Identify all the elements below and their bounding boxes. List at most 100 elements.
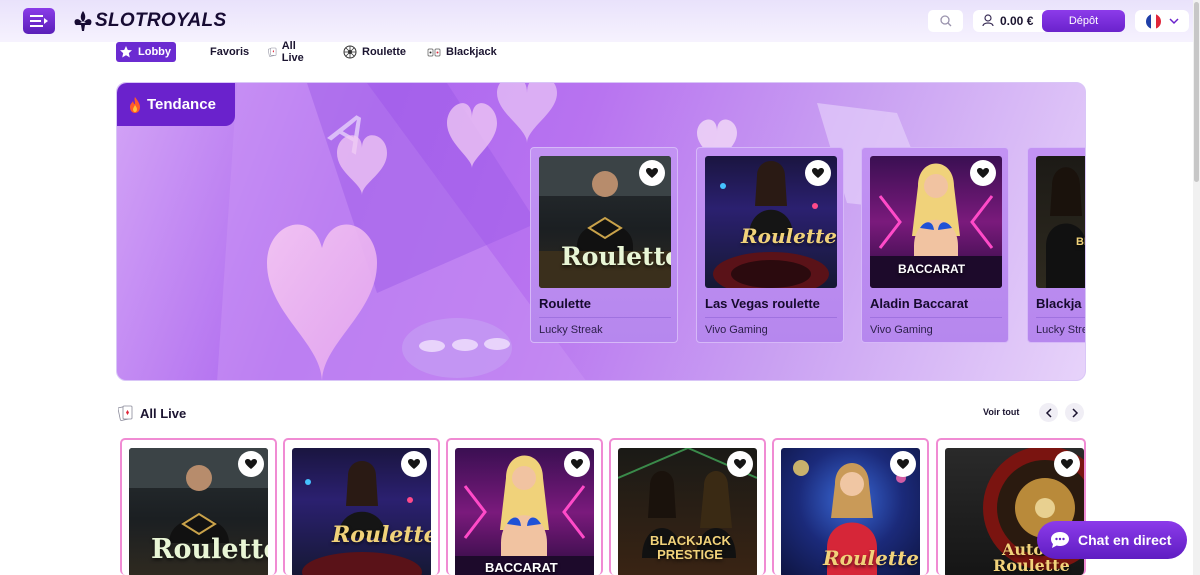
balance-amount: 0.00 € (1000, 14, 1034, 28)
game-provider: Lucky Stre (1036, 324, 1086, 336)
heart-icon (408, 459, 420, 469)
live-game-card[interactable]: BLACKJACK PRESTIGE (609, 438, 766, 575)
game-thumbnail-caption: Roulette (741, 224, 837, 248)
heart-icon (977, 168, 989, 178)
menu-toggle-button[interactable] (23, 8, 55, 34)
see-all-link[interactable]: Voir tout (983, 407, 1019, 417)
tab-blackjack[interactable]: Blackjack (427, 42, 497, 62)
favorite-button[interactable] (970, 160, 996, 186)
heart-icon (571, 459, 583, 469)
logo-text: SLOTROYALS (95, 10, 227, 31)
search-button[interactable] (928, 10, 963, 32)
chevron-right-icon (1071, 407, 1078, 418)
chevron-down-icon (1168, 17, 1179, 24)
trending-banner: A Tendance Roulette Roulette Lucky Strea… (116, 82, 1086, 381)
roulette-wheel-icon (343, 45, 357, 59)
card-divider (539, 317, 671, 318)
chevron-left-icon (1045, 407, 1052, 418)
star-icon (120, 46, 132, 58)
favorite-button[interactable] (727, 451, 753, 477)
previous-button[interactable] (1039, 403, 1058, 422)
trending-game-card[interactable]: Roulette Las Vegas roulette Vivo Gaming (696, 147, 844, 343)
game-thumbnail-caption: Roulette (561, 242, 671, 271)
dealer-illustration (1046, 167, 1085, 288)
tab-lobby[interactable]: Lobby (116, 42, 176, 62)
game-thumbnail-caption: BACCARAT (485, 560, 558, 575)
game-thumbnail[interactable]: BACCARAT (870, 156, 1002, 288)
game-thumbnail-caption: BACCARAT (898, 262, 966, 276)
favorite-button[interactable] (238, 451, 264, 477)
page-scrollbar[interactable] (1193, 0, 1200, 575)
search-icon (939, 15, 951, 27)
favorite-button[interactable] (564, 451, 590, 477)
hamburger-menu-icon (30, 15, 48, 27)
trending-game-card[interactable]: BACCARAT Aladin Baccarat Vivo Gaming (861, 147, 1009, 343)
favorite-button[interactable] (1054, 451, 1080, 477)
tab-label: Lobby (138, 46, 171, 58)
live-game-card[interactable]: Roulette (772, 438, 929, 575)
game-title[interactable]: Roulette (539, 296, 591, 311)
chat-bubble-icon (1051, 532, 1069, 548)
favorite-button[interactable] (401, 451, 427, 477)
game-thumbnail[interactable]: Roulette (129, 448, 268, 575)
game-thumbnail[interactable]: Roulette (781, 448, 920, 575)
trending-game-card[interactable]: Roulette Roulette Lucky Streak (530, 147, 678, 343)
user-icon (982, 14, 994, 27)
blackjack-icon (427, 48, 441, 57)
game-provider: Vivo Gaming (870, 324, 933, 336)
game-thumbnail-caption: Roulette (151, 534, 268, 565)
scrollbar-thumb[interactable] (1194, 2, 1199, 182)
trending-badge: Tendance (117, 83, 235, 126)
next-button[interactable] (1065, 403, 1084, 422)
game-thumbnail[interactable]: Roulette (292, 448, 431, 575)
tab-label: Favoris (210, 46, 250, 58)
tab-roulette[interactable]: Roulette (343, 42, 406, 62)
favorite-button[interactable] (805, 160, 831, 186)
france-flag-icon (1145, 13, 1161, 29)
game-thumbnail[interactable]: BLA PR (1036, 156, 1085, 288)
tab-label: Roulette (362, 46, 406, 58)
trending-label: Tendance (147, 96, 216, 113)
language-selector[interactable] (1135, 10, 1189, 32)
tab-label: Blackjack (446, 46, 497, 58)
card-divider (870, 317, 1002, 318)
heart-icon (734, 459, 746, 469)
heart-icon (245, 459, 257, 469)
live-game-card[interactable]: BACCARAT (446, 438, 603, 575)
card-divider (705, 317, 837, 318)
heart-icon (1061, 459, 1073, 469)
game-thumbnail-caption: Roulette (332, 522, 431, 548)
live-chat-button[interactable]: Chat en direct (1037, 521, 1187, 559)
heart-icon (812, 168, 824, 178)
game-provider: Lucky Streak (539, 324, 603, 336)
game-thumbnail[interactable]: BACCARAT (455, 448, 594, 575)
game-thumbnail[interactable]: Roulette (539, 156, 671, 288)
card-divider (1036, 317, 1085, 318)
live-game-card[interactable]: Roulette (120, 438, 277, 575)
game-title[interactable]: Blackja (1036, 296, 1082, 311)
live-game-card[interactable]: Roulette (283, 438, 440, 575)
favorite-button[interactable] (639, 160, 665, 186)
all-live-header: All Live (118, 403, 186, 423)
tab-label: All Live (281, 40, 304, 64)
site-logo[interactable]: SLOTROYALS (73, 9, 226, 33)
deposit-button[interactable]: Dépôt (1042, 10, 1125, 32)
cards-icon (268, 47, 277, 57)
heart-icon (646, 168, 658, 178)
chat-label: Chat en direct (1078, 532, 1172, 548)
game-title[interactable]: Las Vegas roulette (705, 296, 820, 311)
game-provider: Vivo Gaming (705, 324, 768, 336)
trending-game-card[interactable]: BLA PR Blackja Lucky Stre (1027, 147, 1086, 343)
game-thumbnail-caption: BLACKJACK PRESTIGE (650, 533, 731, 562)
tab-all-live[interactable]: All Live (268, 40, 308, 64)
favorite-button[interactable] (890, 451, 916, 477)
game-title[interactable]: Aladin Baccarat (870, 296, 968, 311)
cards-icon (118, 405, 133, 421)
top-header: SLOTROYALS 0.00 € Dépôt (0, 0, 1200, 42)
heart-icon (897, 459, 909, 469)
section-title: All Live (140, 405, 187, 421)
game-thumbnail[interactable]: BLACKJACK PRESTIGE (618, 448, 757, 575)
game-thumbnail[interactable]: Roulette (705, 156, 837, 288)
fleur-de-lis-icon (74, 11, 92, 31)
tab-favoris[interactable]: Favoris (210, 42, 249, 62)
